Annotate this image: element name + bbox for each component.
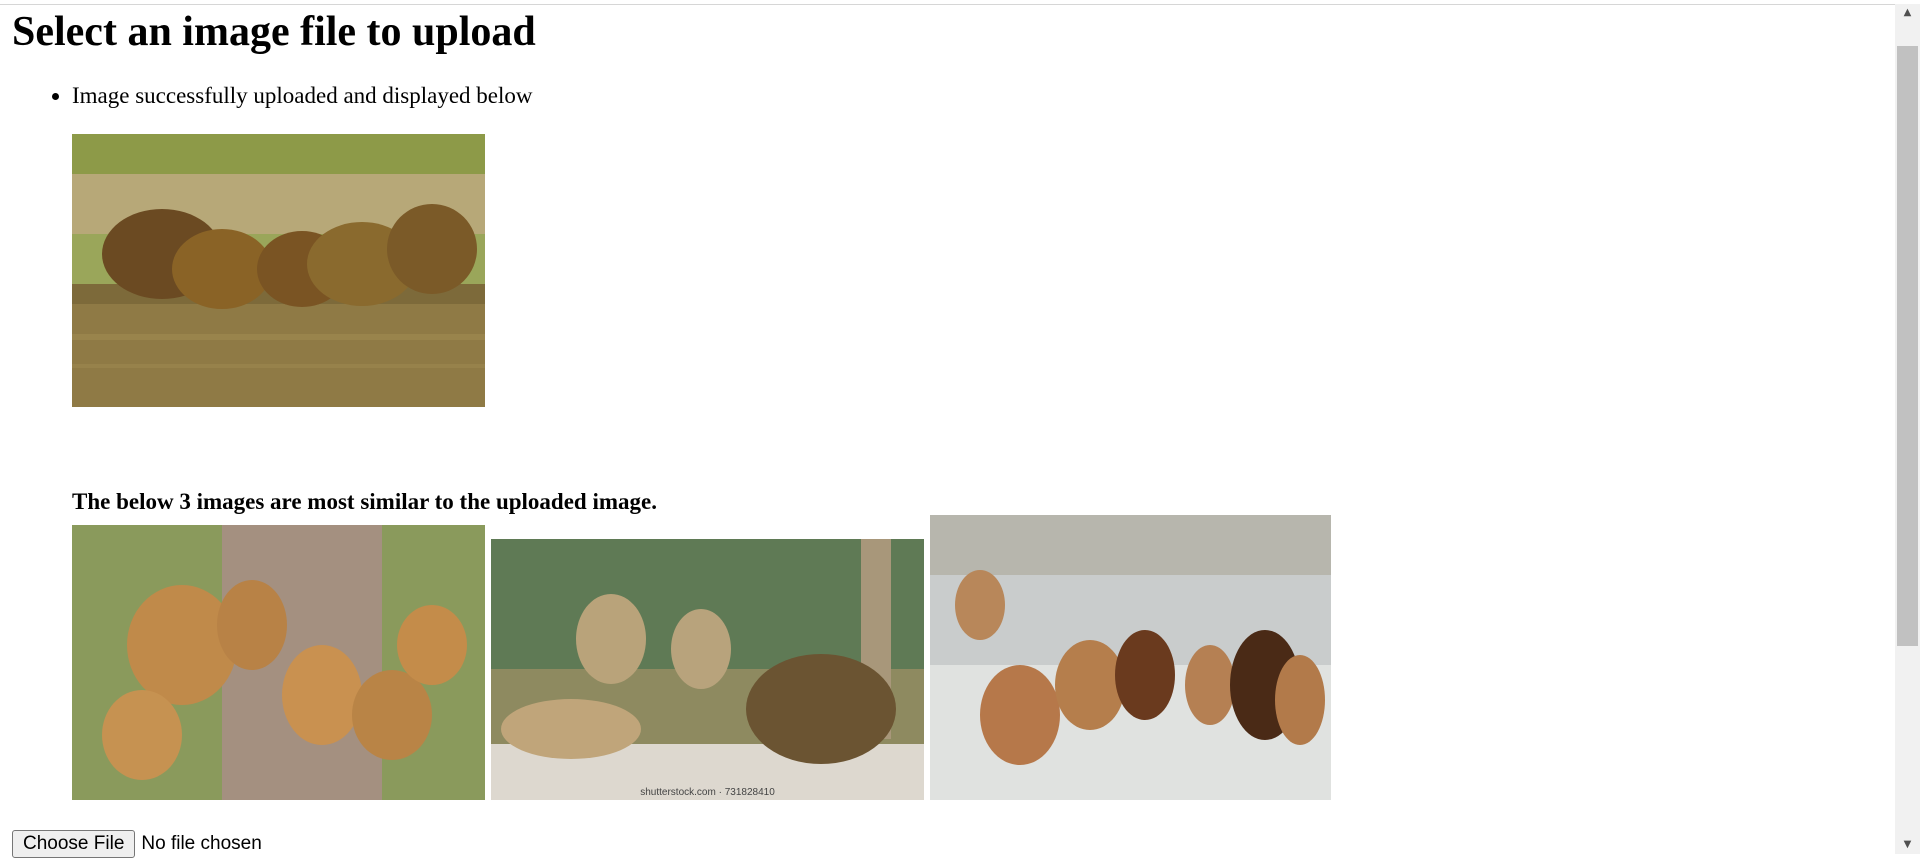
- watermark-text: shutterstock.com · 731828410: [640, 787, 775, 798]
- similar-image-2: shutterstock.com · 731828410: [491, 539, 924, 800]
- page-content: Select an image file to upload Image suc…: [12, 10, 1882, 110]
- scrollbar-thumb[interactable]: [1897, 46, 1918, 646]
- scroll-up-icon[interactable]: ▲: [1897, 6, 1918, 20]
- uploaded-image: [72, 134, 485, 407]
- similar-images-caption: The below 3 images are most similar to t…: [72, 489, 657, 514]
- top-border: [0, 0, 1920, 5]
- flash-messages: Image successfully uploaded and displaye…: [12, 82, 1882, 110]
- file-status-label: No file chosen: [141, 833, 262, 854]
- status-message: Image successfully uploaded and displaye…: [72, 82, 1882, 110]
- page-title: Select an image file to upload: [12, 9, 536, 55]
- scroll-down-icon[interactable]: ▼: [1897, 838, 1918, 852]
- similar-image-3: [930, 515, 1331, 800]
- similar-image-1: [72, 525, 485, 800]
